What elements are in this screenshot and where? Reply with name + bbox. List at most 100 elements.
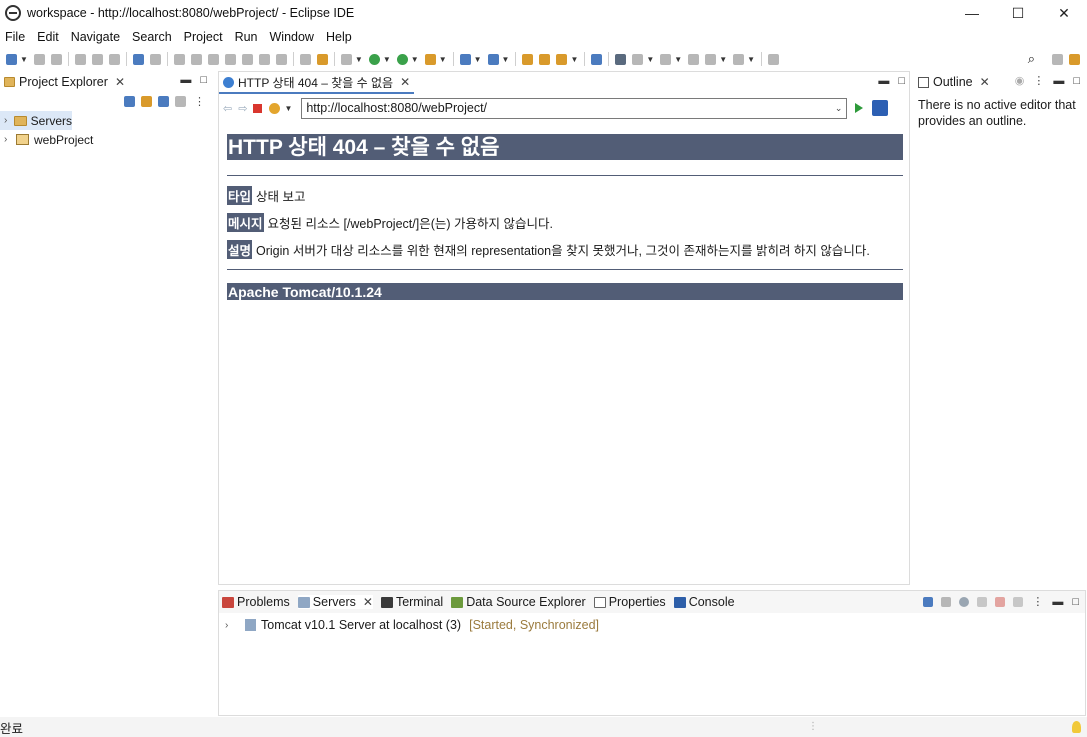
- open-perspective-icon[interactable]: [1052, 53, 1063, 65]
- view-menu-icon[interactable]: ⋮: [194, 95, 205, 108]
- tab-terminal[interactable]: Terminal: [380, 595, 443, 609]
- pin-editor-icon[interactable]: [768, 53, 780, 65]
- brush-dropdown-icon[interactable]: ▼: [570, 55, 578, 64]
- external-tools-icon[interactable]: [424, 53, 436, 65]
- redo-icon[interactable]: [108, 53, 120, 65]
- focus-icon[interactable]: ◉: [1015, 74, 1025, 87]
- view-menu-icon[interactable]: ⋮: [1032, 595, 1043, 608]
- new-class-icon[interactable]: [487, 53, 499, 65]
- tab-console[interactable]: Console: [673, 595, 735, 609]
- chevron-down-icon[interactable]: ⌄: [835, 103, 843, 114]
- chevron-right-icon[interactable]: ›: [225, 620, 237, 631]
- next-annotation-icon[interactable]: [632, 53, 644, 65]
- forward-dropdown-icon[interactable]: ▼: [747, 55, 755, 64]
- undo-icon[interactable]: [91, 53, 103, 65]
- run-dropdown-icon[interactable]: ▼: [383, 55, 391, 64]
- maximize-button[interactable]: ☐: [995, 0, 1041, 26]
- close-button[interactable]: ✕: [1041, 0, 1087, 26]
- maximize-view-icon[interactable]: □: [1073, 75, 1080, 87]
- filter-icon[interactable]: [158, 96, 169, 107]
- forward-arrow-icon[interactable]: ⇨: [238, 102, 247, 115]
- editor-tab[interactable]: HTTP 상태 404 – 찾을 수 없음 ✕: [219, 72, 415, 94]
- collapse-all-icon[interactable]: [923, 596, 934, 607]
- terminal-icon[interactable]: [132, 53, 144, 65]
- collapse-all-icon[interactable]: [124, 96, 135, 107]
- coverage-icon[interactable]: [396, 53, 408, 65]
- menu-run[interactable]: Run: [230, 30, 265, 44]
- step-into-icon[interactable]: [241, 53, 253, 65]
- publish-icon[interactable]: [1013, 596, 1024, 607]
- open-task-icon[interactable]: [539, 53, 551, 65]
- skip-breakpoints-icon[interactable]: [149, 53, 161, 65]
- task-icon[interactable]: [299, 53, 311, 65]
- back-arrow-icon[interactable]: ⇦: [223, 102, 232, 115]
- run-icon[interactable]: [368, 53, 380, 65]
- close-icon[interactable]: ✕: [363, 595, 373, 609]
- print-icon[interactable]: [74, 53, 86, 65]
- menu-edit[interactable]: Edit: [32, 30, 66, 44]
- open-external-browser-icon[interactable]: [872, 100, 889, 116]
- new-server-icon[interactable]: [459, 53, 471, 65]
- start-server-icon[interactable]: [959, 596, 970, 607]
- tab-data-source-explorer[interactable]: Data Source Explorer: [451, 595, 586, 609]
- focus-icon[interactable]: [175, 96, 186, 107]
- web-browser-icon[interactable]: [591, 53, 603, 65]
- coverage-dropdown-icon[interactable]: ▼: [411, 55, 419, 64]
- terminate-icon[interactable]: [207, 53, 219, 65]
- brush-icon[interactable]: [556, 53, 568, 65]
- tab-properties[interactable]: Properties: [593, 595, 666, 609]
- minimize-view-icon[interactable]: ▬: [878, 75, 889, 87]
- close-icon[interactable]: ✕: [115, 75, 125, 89]
- back-icon[interactable]: [705, 53, 717, 65]
- save-icon[interactable]: [33, 53, 45, 65]
- debug-server-icon[interactable]: [941, 596, 952, 607]
- maximize-view-icon[interactable]: □: [1072, 596, 1079, 608]
- search-icon[interactable]: ⌕: [1028, 51, 1035, 67]
- step-over-icon[interactable]: [258, 53, 270, 65]
- profile-server-icon[interactable]: [977, 596, 988, 607]
- back-dropdown-icon[interactable]: ▼: [719, 55, 727, 64]
- next-annotation-dropdown-icon[interactable]: ▼: [646, 55, 654, 64]
- minimize-view-icon[interactable]: ▬: [1053, 75, 1064, 87]
- prev-annotation-icon[interactable]: [660, 53, 672, 65]
- project-explorer-tab[interactable]: Project Explorer ✕: [0, 71, 125, 93]
- close-icon[interactable]: ✕: [400, 75, 410, 89]
- new-server-dropdown-icon[interactable]: ▼: [474, 55, 482, 64]
- debug-dropdown-icon[interactable]: ▼: [355, 55, 363, 64]
- save-all-icon[interactable]: [50, 53, 62, 65]
- prev-annotation-dropdown-icon[interactable]: ▼: [674, 55, 682, 64]
- tree-item-webproject[interactable]: › webProject: [0, 130, 213, 149]
- tab-problems[interactable]: Problems: [222, 595, 290, 609]
- server-list-item[interactable]: › Tomcat v10.1 Server at localhost (3) […: [225, 616, 599, 634]
- outline-tab[interactable]: Outline ✕: [914, 71, 990, 93]
- menu-navigate[interactable]: Navigate: [66, 30, 127, 44]
- refresh-dropdown-icon[interactable]: ▼: [284, 104, 292, 113]
- external-tools-dropdown-icon[interactable]: ▼: [439, 55, 447, 64]
- suspend-icon[interactable]: [190, 53, 202, 65]
- minimize-button[interactable]: —: [949, 0, 995, 26]
- chevron-right-icon[interactable]: ›: [4, 115, 14, 126]
- menu-search[interactable]: Search: [127, 30, 179, 44]
- minimize-view-icon[interactable]: ▬: [1052, 596, 1063, 608]
- menu-file[interactable]: File: [0, 30, 32, 44]
- menu-help[interactable]: Help: [321, 30, 359, 44]
- launch-config-icon[interactable]: [316, 53, 328, 65]
- step-return-icon[interactable]: [275, 53, 287, 65]
- disconnect-icon[interactable]: [224, 53, 236, 65]
- new-icon[interactable]: [6, 53, 17, 65]
- minimize-view-icon[interactable]: ▬: [180, 74, 191, 86]
- open-type-icon[interactable]: [522, 53, 534, 65]
- maximize-view-icon[interactable]: □: [898, 75, 905, 87]
- chevron-right-icon[interactable]: ›: [4, 134, 16, 145]
- maximize-view-icon[interactable]: □: [200, 74, 207, 86]
- tab-servers[interactable]: Servers ✕: [297, 595, 373, 609]
- forward-icon[interactable]: [733, 53, 745, 65]
- lightbulb-icon[interactable]: [1072, 721, 1081, 733]
- search-tool-icon[interactable]: [615, 53, 627, 65]
- tree-item-servers[interactable]: › Servers: [0, 111, 72, 130]
- new-dropdown-icon[interactable]: ▼: [20, 55, 28, 64]
- url-input[interactable]: http://localhost:8080/webProject/ ⌄: [301, 97, 848, 119]
- stop-server-icon[interactable]: [995, 596, 1006, 607]
- view-menu-icon[interactable]: ⋮: [1033, 74, 1044, 87]
- refresh-icon[interactable]: [269, 102, 281, 114]
